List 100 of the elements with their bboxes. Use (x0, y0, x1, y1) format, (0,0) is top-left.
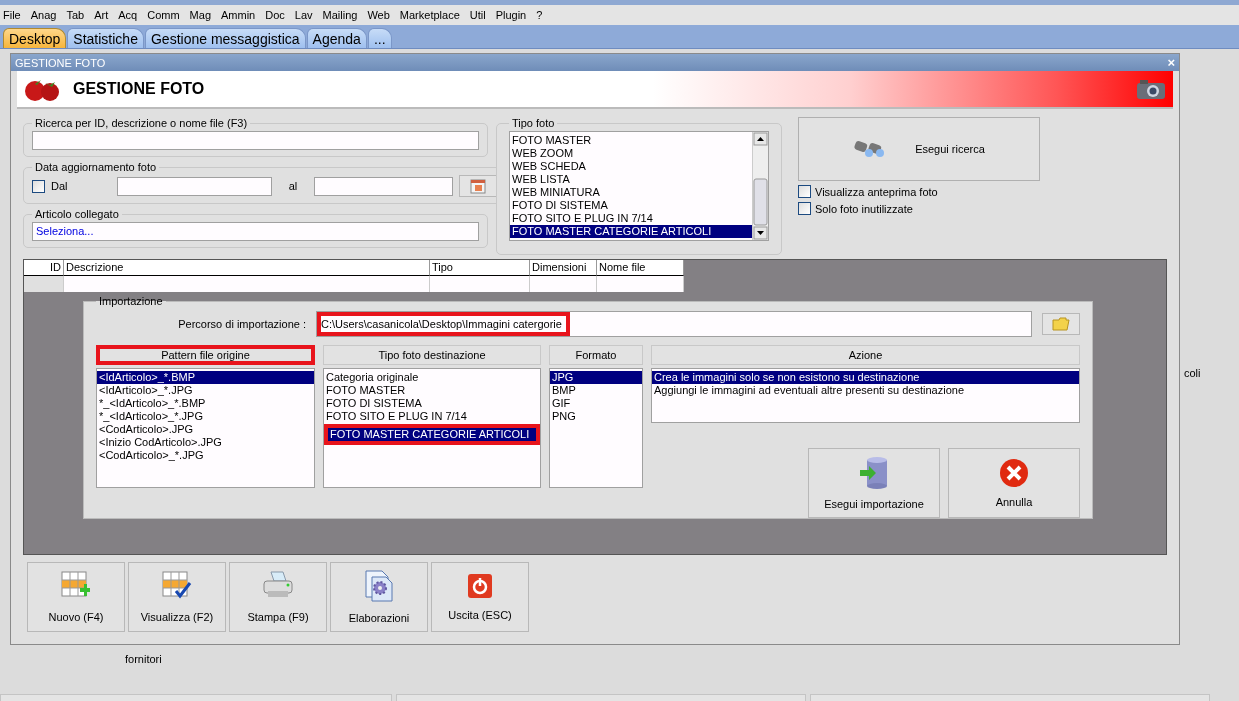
header-title: GESTIONE FOTO (73, 80, 206, 98)
window-title: GESTIONE FOTO (15, 56, 106, 69)
document-gear-icon (364, 570, 394, 602)
list-item[interactable]: FOTO SITO E PLUG IN 7/14 (324, 410, 540, 423)
menu-item[interactable]: Tab (66, 9, 85, 21)
search-button[interactable]: Esegui ricerca (798, 117, 1040, 181)
table-check-icon (162, 571, 192, 601)
list-item[interactable]: <Inizio CodArticolo>.JPG (97, 436, 314, 449)
checkbox[interactable] (32, 179, 45, 193)
list-item[interactable]: Crea le immagini solo se non esistono su destinazione (652, 371, 1079, 384)
menu-item[interactable]: Mailing (322, 9, 358, 21)
folder-icon (1052, 317, 1070, 331)
menu-item[interactable]: Acq (118, 9, 138, 21)
menu-item[interactable]: Mag (189, 9, 211, 21)
list-item[interactable]: <CodArticolo>.JPG (97, 423, 314, 436)
column-header[interactable]: Nome file (597, 260, 684, 276)
menu-item[interactable]: Marketplace (399, 9, 460, 21)
menu-item[interactable]: File (3, 9, 21, 21)
tab[interactable]: Statistiche (67, 28, 144, 48)
list-item[interactable]: WEB LISTA (510, 173, 752, 186)
date-field[interactable] (117, 176, 272, 196)
list-item[interactable]: GIF (550, 397, 642, 410)
import-button[interactable]: Esegui importazione (808, 448, 940, 518)
group-label: Importazione (98, 295, 164, 307)
table-cell (24, 276, 64, 292)
menu-item[interactable]: Web (367, 9, 390, 21)
list-item[interactable]: JPG (550, 371, 642, 384)
column-header[interactable]: Dimensioni (530, 260, 597, 276)
binoculars-icon (853, 140, 886, 158)
field-label: Percorso di importazione : (177, 318, 306, 330)
list-item[interactable]: <CodArticolo>_*.JPG (97, 449, 314, 462)
list-item[interactable]: <IdArticolo>_*.JPG (97, 384, 314, 397)
group-label: Data aggiornamento foto (34, 161, 158, 173)
list-item[interactable]: FOTO DI SISTEMA (510, 199, 752, 212)
search-field[interactable] (32, 131, 479, 150)
background-text: coli (1184, 367, 1201, 379)
background-text: fornitori (125, 653, 162, 665)
list-item[interactable]: WEB ZOOM (510, 147, 752, 160)
menu-item[interactable]: Comm (147, 9, 180, 21)
checkbox[interactable] (798, 185, 811, 198)
list-item[interactable]: FOTO MASTER CATEGORIE ARTICOLI (324, 424, 540, 445)
scroll-thumb[interactable] (753, 178, 768, 226)
list-item[interactable]: BMP (550, 384, 642, 397)
field-label: al (287, 180, 299, 192)
camera-icon (1135, 78, 1167, 100)
menu-item[interactable]: Anag (30, 9, 57, 21)
tab[interactable]: Agenda (306, 28, 367, 48)
list-item[interactable]: FOTO DI SISTEMA (324, 397, 540, 410)
tab[interactable]: ... (367, 28, 392, 48)
tab[interactable]: Desktop (3, 28, 67, 48)
menu-item[interactable]: Plugin (495, 9, 527, 21)
group-label: Articolo collegato (34, 208, 120, 220)
checkbox-label: Dal (51, 180, 69, 192)
column-header[interactable]: ID (24, 260, 64, 276)
list-item[interactable]: FOTO MASTER CATEGORIE ARTICOLI (510, 225, 752, 238)
toolbar-button[interactable]: Elaborazioni (330, 562, 428, 632)
checkbox[interactable] (798, 202, 811, 215)
list-item[interactable]: WEB MINIATURA (510, 186, 752, 199)
list-item[interactable]: Aggiungi le immagini ad eventuali altre presenti su destinazione (652, 384, 1079, 397)
path-field[interactable]: C:\Users\casanicola\Desktop\Immagini catergorie (316, 311, 1032, 337)
menu-item[interactable]: Lav (294, 9, 313, 21)
list-item[interactable]: FOTO MASTER (324, 384, 540, 397)
menu-item[interactable]: Doc (265, 9, 285, 21)
column-header: Formato (549, 345, 643, 365)
column-header[interactable]: Descrizione (64, 260, 430, 276)
menu-item[interactable]: Ammin (221, 9, 256, 21)
cancel-icon (999, 458, 1029, 488)
calendar-button[interactable] (459, 175, 497, 197)
calendar-icon (470, 178, 486, 194)
cancel-button[interactable]: Annulla (948, 448, 1080, 518)
database-icon (859, 456, 889, 490)
list-item[interactable]: PNG (550, 410, 642, 423)
scrollbar[interactable] (752, 132, 768, 240)
toolbar-button[interactable]: Visualizza (F2) (128, 562, 226, 632)
list-item[interactable]: FOTO MASTER (510, 134, 752, 147)
list-item[interactable]: *_<IdArticolo>_*.JPG (97, 410, 314, 423)
list-item[interactable]: WEB SCHEDA (510, 160, 752, 173)
scroll-down-icon[interactable] (753, 226, 768, 240)
article-field[interactable]: Seleziona... (32, 222, 479, 241)
toolbar-button[interactable]: Uscita (ESC) (431, 562, 529, 632)
menu-item[interactable]: Art (94, 9, 109, 21)
toolbar-button[interactable]: Stampa (F9) (229, 562, 327, 632)
column-header: Pattern file origine (96, 345, 315, 365)
list-item[interactable]: *_<IdArticolo>_*.BMP (97, 397, 314, 410)
power-icon (467, 573, 493, 599)
list-item[interactable]: <IdArticolo>_*.BMP (97, 371, 314, 384)
tab[interactable]: Gestione messaggistica (144, 28, 306, 48)
column-header[interactable]: Tipo (430, 260, 530, 276)
column-header: Azione (651, 345, 1080, 365)
group-label: Tipo foto (511, 117, 556, 129)
list-item[interactable]: FOTO SITO E PLUG IN 7/14 (510, 212, 752, 225)
list-item[interactable]: Categoria originale (324, 371, 540, 384)
toolbar-button[interactable]: Nuovo (F4) (27, 562, 125, 632)
menu-item[interactable]: ? (536, 9, 543, 21)
scroll-up-icon[interactable] (753, 132, 768, 146)
checkbox-label: Visualizza anteprima foto (815, 185, 938, 198)
menu-item[interactable]: Util (469, 9, 486, 21)
checkbox-label: Solo foto inutilizzate (815, 202, 913, 215)
group-label: Ricerca per ID, descrizione o nome file (F3) (34, 117, 249, 129)
date-field[interactable] (314, 176, 453, 196)
